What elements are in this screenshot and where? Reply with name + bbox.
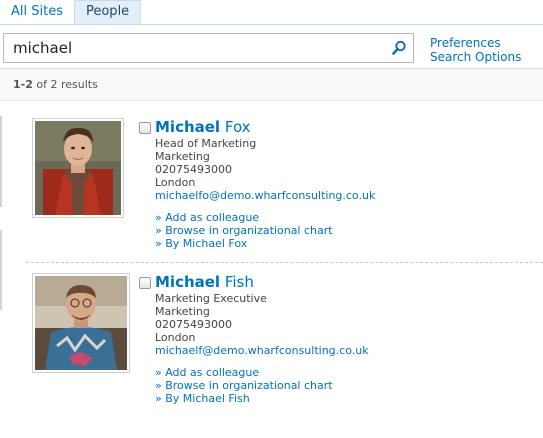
person-name-link[interactable]: Michael Fish (155, 273, 254, 291)
result-divider (26, 262, 543, 263)
search-icon[interactable] (389, 39, 409, 57)
person-actions: » Add as colleague » Browse in organizat… (155, 366, 333, 405)
select-checkbox[interactable] (139, 122, 151, 134)
person-actions: » Add as colleague » Browse in organizat… (155, 211, 333, 250)
left-divider (0, 116, 2, 207)
person-details: Marketing Executive Marketing 0207549300… (155, 292, 369, 357)
name-highlight: Michael (155, 273, 221, 291)
department: Marketing (155, 150, 210, 163)
by-person-link[interactable]: » By Michael Fish (155, 392, 333, 405)
tab-all-sites[interactable]: All Sites (0, 0, 74, 24)
department: Marketing (155, 305, 210, 318)
search-input[interactable] (4, 34, 384, 62)
results-summary-bar: 1-2 of 2 results (0, 68, 543, 101)
preferences-link[interactable]: Preferences (430, 36, 521, 50)
left-divider (0, 230, 2, 310)
name-rest: Fish (220, 273, 254, 291)
org-chart-link[interactable]: » Browse in organizational chart (155, 224, 333, 237)
profile-photo[interactable] (32, 273, 130, 373)
org-chart-link[interactable]: » Browse in organizational chart (155, 379, 333, 392)
search-bar: Preferences Search Options (0, 24, 543, 68)
person-details: Head of Marketing Marketing 02075493000 … (155, 137, 375, 202)
search-options-link[interactable]: Search Options (430, 50, 521, 64)
job-title: Head of Marketing (155, 137, 257, 150)
select-checkbox[interactable] (139, 277, 151, 289)
location: London (155, 176, 196, 189)
email-link[interactable]: michaelf@demo.wharfconsulting.co.uk (155, 344, 369, 357)
phone: 02075493000 (155, 163, 232, 176)
tab-people[interactable]: People (73, 0, 142, 24)
phone: 02075493000 (155, 318, 232, 331)
person-result: Michael Fish Marketing Executive Marketi… (26, 273, 543, 413)
results-range: 1-2 (13, 78, 33, 91)
results-total: of 2 results (36, 78, 98, 91)
results-count: 1-2 of 2 results (13, 78, 98, 91)
job-title: Marketing Executive (155, 292, 267, 305)
profile-photo[interactable] (32, 118, 124, 218)
search-box (3, 33, 414, 63)
name-highlight: Michael (155, 118, 221, 136)
by-person-link[interactable]: » By Michael Fox (155, 237, 333, 250)
person-result: Michael Fox Head of Marketing Marketing … (26, 118, 543, 258)
location: London (155, 331, 196, 344)
name-rest: Fox (220, 118, 251, 136)
email-link[interactable]: michaelfo@demo.wharfconsulting.co.uk (155, 189, 375, 202)
scope-tabs: All Sites People (0, 0, 142, 24)
add-colleague-link[interactable]: » Add as colleague (155, 366, 333, 379)
person-name-link[interactable]: Michael Fox (155, 118, 251, 136)
search-links: Preferences Search Options (430, 36, 521, 64)
add-colleague-link[interactable]: » Add as colleague (155, 211, 333, 224)
